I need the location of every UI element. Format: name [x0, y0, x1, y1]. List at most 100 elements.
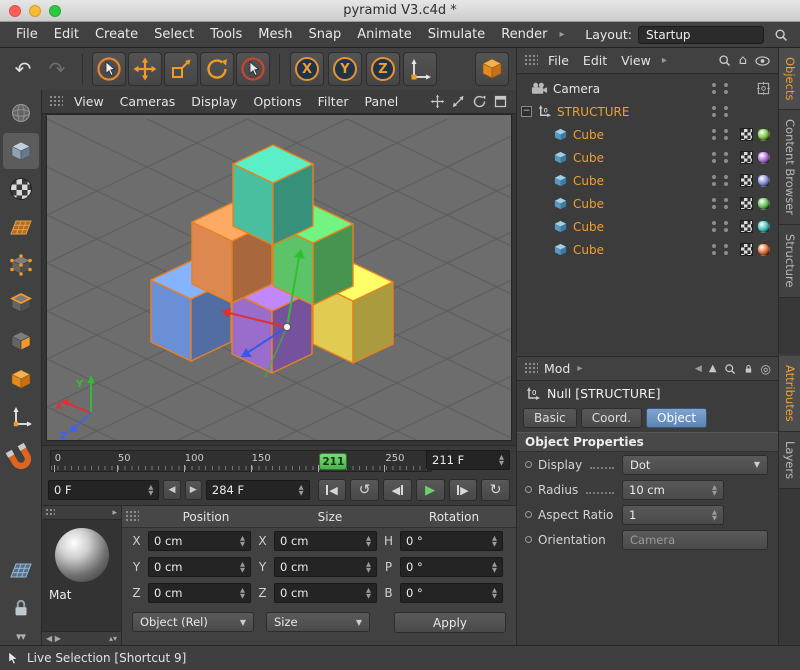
material-tag-icon[interactable]: [757, 151, 770, 164]
texture-mode-button[interactable]: [3, 171, 39, 207]
viewport-menu-display[interactable]: Display: [183, 94, 245, 109]
points-mode-button[interactable]: [3, 247, 39, 283]
position-z-field[interactable]: 0 cm▲▼: [148, 583, 251, 603]
current-frame-field[interactable]: 211 F ▲▼: [426, 450, 510, 470]
visibility-dots[interactable]: [724, 175, 728, 186]
go-to-end-button[interactable]: ↻: [481, 479, 510, 501]
coord-mode-dropdown[interactable]: Object (Rel)▼: [132, 612, 254, 632]
scroll-vertical-icon[interactable]: ▴▾: [109, 634, 117, 643]
menu-simulate[interactable]: Simulate: [420, 22, 493, 47]
lock-y-axis-button[interactable]: Y: [328, 52, 362, 86]
size-mode-dropdown[interactable]: Size▼: [266, 612, 370, 632]
material-name[interactable]: Mat: [42, 588, 121, 602]
visibility-dots[interactable]: [724, 244, 728, 255]
apply-button[interactable]: Apply: [394, 612, 506, 633]
pan-view-icon[interactable]: [430, 94, 445, 109]
viewport-menu-options[interactable]: Options: [245, 94, 309, 109]
edges-mode-button[interactable]: [3, 285, 39, 321]
model-object-button[interactable]: [3, 361, 39, 397]
texture-tag-icon[interactable]: [740, 128, 753, 141]
prev-key-button[interactable]: ◀: [163, 480, 180, 500]
panel-grip-icon[interactable]: [125, 510, 139, 523]
menu-select[interactable]: Select: [146, 22, 202, 47]
visibility-dots[interactable]: [712, 83, 716, 94]
panel-grip-icon[interactable]: [524, 362, 538, 375]
texture-tag-icon[interactable]: [740, 243, 753, 256]
viewport-menu-cameras[interactable]: Cameras: [112, 94, 184, 109]
aspect-ratio-field[interactable]: 1 ▲▼: [622, 505, 724, 525]
display-dropdown[interactable]: Dot ▼: [622, 455, 768, 475]
tree-row-cube[interactable]: Cube: [517, 238, 778, 261]
redo-button[interactable]: ↷: [40, 52, 74, 86]
timeline-ruler[interactable]: 0 50 100 150 200 250 211: [50, 450, 432, 472]
visibility-dots[interactable]: [712, 106, 716, 117]
tree-row-cube[interactable]: Cube: [517, 146, 778, 169]
viewport-menu-panel[interactable]: Panel: [357, 94, 407, 109]
panel-grip-icon[interactable]: [49, 95, 63, 108]
size-y-field[interactable]: 0 cm▲▼: [274, 557, 377, 577]
lock-x-axis-button[interactable]: X: [290, 52, 324, 86]
viewport-menu-filter[interactable]: Filter: [310, 94, 357, 109]
home-icon[interactable]: ⌂: [739, 53, 747, 68]
visibility-dots[interactable]: [724, 129, 728, 140]
tab-content-browser[interactable]: Content Browser: [779, 110, 800, 225]
search-icon[interactable]: [718, 54, 731, 67]
parent-up-icon[interactable]: ▲: [709, 363, 717, 374]
position-y-field[interactable]: 0 cm▲▼: [148, 557, 251, 577]
rotate-view-icon[interactable]: [472, 94, 487, 109]
start-frame-field[interactable]: 0 F ▲▼: [48, 480, 159, 500]
tree-row-cube[interactable]: Cube: [517, 169, 778, 192]
polygons-mode-button[interactable]: [3, 323, 39, 359]
menu-edit[interactable]: Edit: [46, 22, 87, 47]
aspect-ratio-stepper[interactable]: ▲▼: [712, 509, 717, 521]
tab-structure[interactable]: Structure: [779, 225, 800, 298]
play-forward-button[interactable]: ▶: [416, 479, 445, 501]
scale-tool-button[interactable]: [164, 52, 198, 86]
coordinate-system-button[interactable]: [403, 52, 437, 86]
snap-toggle-button[interactable]: [3, 437, 39, 481]
texture-tag-icon[interactable]: [740, 151, 753, 164]
tree-row-cube[interactable]: Cube: [517, 215, 778, 238]
tab-coord[interactable]: Coord.: [581, 408, 642, 428]
move-tool-button[interactable]: [128, 52, 162, 86]
last-used-tool-button[interactable]: [236, 52, 270, 86]
search-icon[interactable]: [774, 28, 788, 42]
orientation-dropdown[interactable]: Camera: [622, 530, 768, 550]
close-window-button[interactable]: [9, 5, 21, 17]
tree-row-structure[interactable]: − 0 STRUCTURE: [517, 100, 778, 123]
visibility-dots[interactable]: [712, 221, 716, 232]
camera-target-icon[interactable]: [757, 82, 770, 95]
go-to-start-button[interactable]: ◀: [318, 479, 347, 501]
om-menu-view[interactable]: View: [614, 53, 658, 68]
visibility-dots[interactable]: [724, 152, 728, 163]
menu-render[interactable]: Render: [493, 22, 555, 47]
menu-tools[interactable]: Tools: [202, 22, 250, 47]
tree-row-cube[interactable]: Cube: [517, 192, 778, 215]
visibility-dots[interactable]: [712, 198, 716, 209]
tab-object[interactable]: Object: [646, 408, 707, 428]
panel-grip-icon[interactable]: [45, 508, 55, 517]
om-menu-file[interactable]: File: [541, 53, 576, 68]
play-backward-button[interactable]: ↺: [350, 479, 379, 501]
material-tag-icon[interactable]: [757, 128, 770, 141]
visibility-dots[interactable]: [724, 198, 728, 209]
add-cube-object-button[interactable]: [475, 52, 509, 86]
viewport-menu-view[interactable]: View: [66, 94, 112, 109]
texture-tag-icon[interactable]: [740, 197, 753, 210]
material-tag-icon[interactable]: [757, 174, 770, 187]
previous-frame-button[interactable]: ◀: [383, 479, 412, 501]
radius-field[interactable]: 10 cm ▲▼: [622, 480, 724, 500]
search-icon[interactable]: [724, 363, 736, 375]
keyframe-circle-icon[interactable]: [525, 536, 532, 543]
eye-icon[interactable]: [755, 56, 770, 66]
menu-file[interactable]: File: [8, 22, 46, 47]
scroll-left-icon[interactable]: ◀ ▶: [46, 634, 61, 643]
visibility-dots[interactable]: [724, 83, 728, 94]
keyframe-circle-icon[interactable]: [525, 461, 532, 468]
history-back-icon[interactable]: ◀: [695, 364, 702, 374]
model-mode-button[interactable]: [3, 95, 39, 131]
zoom-view-icon[interactable]: [451, 94, 466, 109]
lock-button[interactable]: [3, 590, 39, 626]
mode-menu[interactable]: Mod: [541, 361, 573, 376]
toggle-view-icon[interactable]: [493, 94, 508, 109]
